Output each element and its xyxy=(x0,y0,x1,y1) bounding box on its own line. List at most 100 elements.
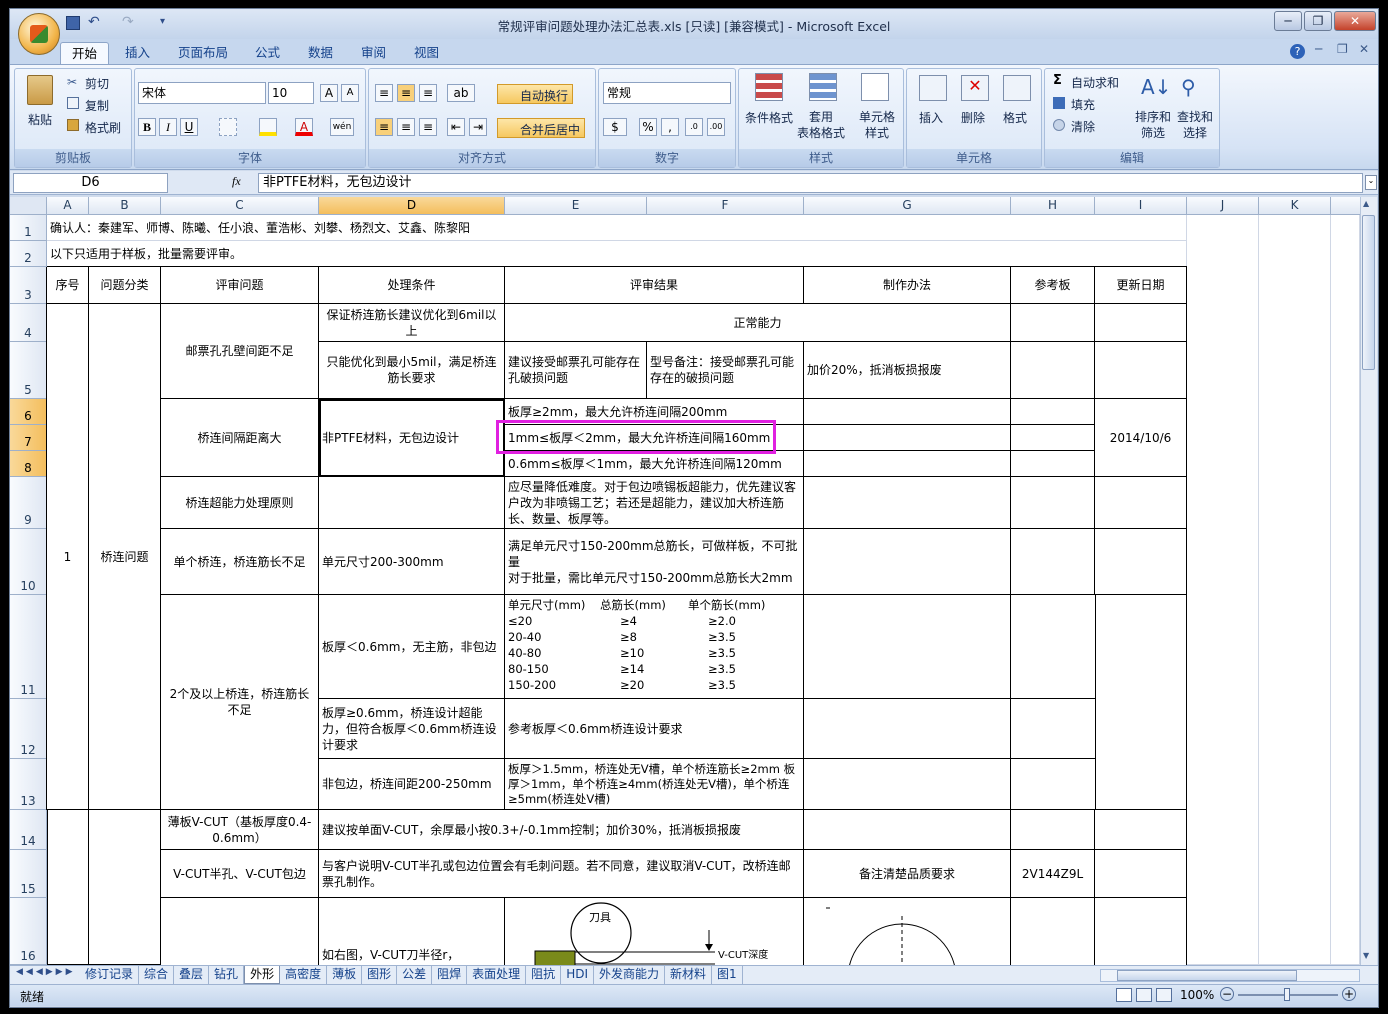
column-header-f[interactable]: F xyxy=(647,197,804,215)
sheet-tab[interactable]: 阻抗 xyxy=(526,966,562,984)
page-layout-view-icon[interactable] xyxy=(1136,988,1152,1002)
page-break-view-icon[interactable] xyxy=(1156,988,1172,1002)
cell-g13[interactable] xyxy=(804,759,1011,810)
tab-home[interactable]: 开始 xyxy=(60,42,110,64)
row-header-1[interactable]: 1 xyxy=(10,215,47,241)
cell-c9[interactable]: 桥连超能力处理原则 xyxy=(161,477,319,529)
cell-e4[interactable]: 正常能力 xyxy=(505,304,1011,342)
sheet-tab[interactable]: 薄板 xyxy=(327,966,363,984)
cell-h16[interactable] xyxy=(1011,898,1095,965)
align-middle-icon[interactable]: ≡ xyxy=(397,84,415,102)
align-bottom-icon[interactable]: ≡ xyxy=(419,84,437,102)
table-format-button[interactable]: 套用 表格格式 xyxy=(797,109,845,141)
delete-cells-button[interactable]: 删除 xyxy=(961,109,985,126)
cell-d15[interactable]: 与客户说明V-CUT半孔或包边位置会有毛刺问题。若不同意，建议取消V-CUT，改… xyxy=(319,850,804,898)
row-header-8[interactable]: 8 xyxy=(10,451,47,477)
insert-cells-button[interactable]: 插入 xyxy=(919,109,943,126)
header-condition[interactable]: 处理条件 xyxy=(319,267,505,304)
cell-g14[interactable] xyxy=(804,810,1011,850)
font-size-select[interactable]: 10 xyxy=(268,82,314,104)
format-painter-button[interactable]: 格式刷 xyxy=(85,119,121,136)
ribbon-close-icon[interactable]: ✕ xyxy=(1359,42,1369,56)
copy-button[interactable]: 复制 xyxy=(85,97,109,114)
cell-e7[interactable]: 1mm≤板厚＜2mm，最大允许桥连间隔160mm xyxy=(505,425,804,451)
font-name-select[interactable]: 宋体 xyxy=(138,82,266,104)
cell-h15[interactable]: 2V144Z9L xyxy=(1011,850,1095,898)
formula-input[interactable]: 非PTFE材料，无包边设计 xyxy=(258,173,1363,193)
sheet-tab[interactable]: HDI xyxy=(561,966,594,984)
cell-c14[interactable]: 薄板V-CUT（基板厚度0.4-0.6mm） xyxy=(161,810,319,850)
cell-e9[interactable]: 应尽量降低难度。对于包边喷锡板超能力，优先建议客户改为非喷锡工艺；若还是超能力，… xyxy=(505,477,804,529)
row-header-2[interactable]: 2 xyxy=(10,241,47,267)
row-header-4[interactable]: 4 xyxy=(10,304,47,342)
zoom-slider-thumb[interactable] xyxy=(1284,988,1290,1001)
cell-g16-figure[interactable] xyxy=(804,898,1011,965)
merge-center-button[interactable]: 合并后居中 xyxy=(497,118,586,138)
cell-i11-13[interactable] xyxy=(1095,595,1187,810)
select-all-corner[interactable] xyxy=(10,197,47,215)
cell-e13[interactable]: 板厚＞1.5mm，桥连处无V槽，单个桥连筋长≥2mm 板厚＞1mm，单个桥连≥4… xyxy=(505,759,804,810)
cell-e6[interactable]: 板厚≥2mm，最大允许桥连间隔200mm xyxy=(505,399,804,425)
increase-indent-icon[interactable]: ⇥ xyxy=(469,118,487,136)
zoom-in-icon[interactable]: + xyxy=(1342,987,1356,1001)
cell-h6[interactable] xyxy=(1011,399,1095,425)
horizontal-scrollbar[interactable] xyxy=(1100,969,1360,982)
sheet-tab[interactable]: 图形 xyxy=(362,966,398,984)
cell-g10[interactable] xyxy=(804,529,1011,595)
cell-i14[interactable] xyxy=(1095,810,1187,850)
cell-h4[interactable] xyxy=(1011,304,1095,342)
tab-review[interactable]: 审阅 xyxy=(350,42,397,64)
expand-formula-icon[interactable]: ⌄ xyxy=(1365,175,1377,190)
sheet-tab[interactable]: 图1 xyxy=(712,966,743,984)
percent-button[interactable]: % xyxy=(639,118,657,136)
header-seq[interactable]: 序号 xyxy=(47,267,89,304)
cell-c10[interactable]: 单个桥连，桥连筋长不足 xyxy=(161,529,319,595)
cell-i5[interactable] xyxy=(1095,342,1187,399)
row-header-12[interactable]: 12 xyxy=(10,699,47,759)
scroll-thumb[interactable] xyxy=(1362,215,1375,370)
wrap-text-button[interactable]: 自动换行 xyxy=(497,84,574,104)
minimize-button[interactable]: ─ xyxy=(1274,11,1302,31)
cell-e5[interactable]: 建议接受邮票孔可能存在孔破损问题 xyxy=(505,342,647,399)
tab-page-layout[interactable]: 页面布局 xyxy=(167,42,239,64)
fill-button[interactable]: 填充 xyxy=(1071,96,1095,113)
header-update-date[interactable]: 更新日期 xyxy=(1095,267,1187,304)
row-header-16[interactable]: 16 xyxy=(10,898,47,965)
close-button[interactable]: ✕ xyxy=(1334,11,1376,31)
ribbon-minimize-icon[interactable]: ─ xyxy=(1315,42,1322,56)
cell-e12[interactable]: 参考板厚＜0.6mm桥连设计要求 xyxy=(505,699,804,759)
worksheet[interactable]: A B C D E F G H I J K 1 2 3 4 5 6 7 8 9 … xyxy=(10,197,1360,965)
cell-c11[interactable]: 2个及以上桥连，桥连筋长不足 xyxy=(161,595,319,810)
cell-i16[interactable] xyxy=(1095,898,1187,965)
sheet-tab[interactable]: 新材料 xyxy=(665,966,713,984)
cell-e8[interactable]: 0.6mm≤板厚＜1mm，最大允许桥连间隔120mm xyxy=(505,451,804,477)
cell-g15[interactable]: 备注清楚品质要求 xyxy=(804,850,1011,898)
restore-button[interactable]: ❐ xyxy=(1304,11,1332,31)
cell-g7[interactable] xyxy=(804,425,1011,451)
italic-button[interactable]: I xyxy=(159,118,177,136)
sheet-tab[interactable]: 表面处理 xyxy=(467,966,527,984)
conditional-format-button[interactable]: 条件格式 xyxy=(745,109,793,126)
row-header-10[interactable]: 10 xyxy=(10,529,47,595)
row-header-6[interactable]: 6 xyxy=(10,399,47,425)
cell-f5[interactable]: 型号备注：接受邮票孔可能存在的破损问题 xyxy=(647,342,804,399)
cell-a14[interactable] xyxy=(47,810,89,965)
row-header-13[interactable]: 13 xyxy=(10,759,47,810)
sheet-tab[interactable]: 阻焊 xyxy=(432,966,468,984)
sheet-tab[interactable]: 高密度 xyxy=(280,966,328,984)
sheet-tab[interactable]: 钻孔 xyxy=(209,966,245,984)
shrink-font-button[interactable]: A xyxy=(341,84,359,102)
cell-d13[interactable]: 非包边，桥连间距200-250mm xyxy=(319,759,505,810)
row-header-11[interactable]: 11 xyxy=(10,595,47,699)
cell-d9[interactable] xyxy=(319,477,505,529)
cell-h8[interactable] xyxy=(1011,451,1095,477)
hscroll-thumb[interactable] xyxy=(1117,970,1297,981)
fx-icon[interactable]: fx xyxy=(232,174,241,189)
cell-i7-date[interactable]: 2014/10/6 xyxy=(1095,399,1187,477)
border-icon[interactable] xyxy=(219,118,237,136)
cell-d12[interactable]: 板厚≥0.6mm，桥连设计超能力，但符合板厚＜0.6mm桥连设计要求 xyxy=(319,699,505,759)
underline-button[interactable]: U xyxy=(180,118,198,136)
cell-i10[interactable] xyxy=(1095,529,1187,595)
find-select-button[interactable]: 查找和 选择 xyxy=(1177,109,1213,141)
align-left-icon[interactable]: ≡ xyxy=(375,118,393,136)
